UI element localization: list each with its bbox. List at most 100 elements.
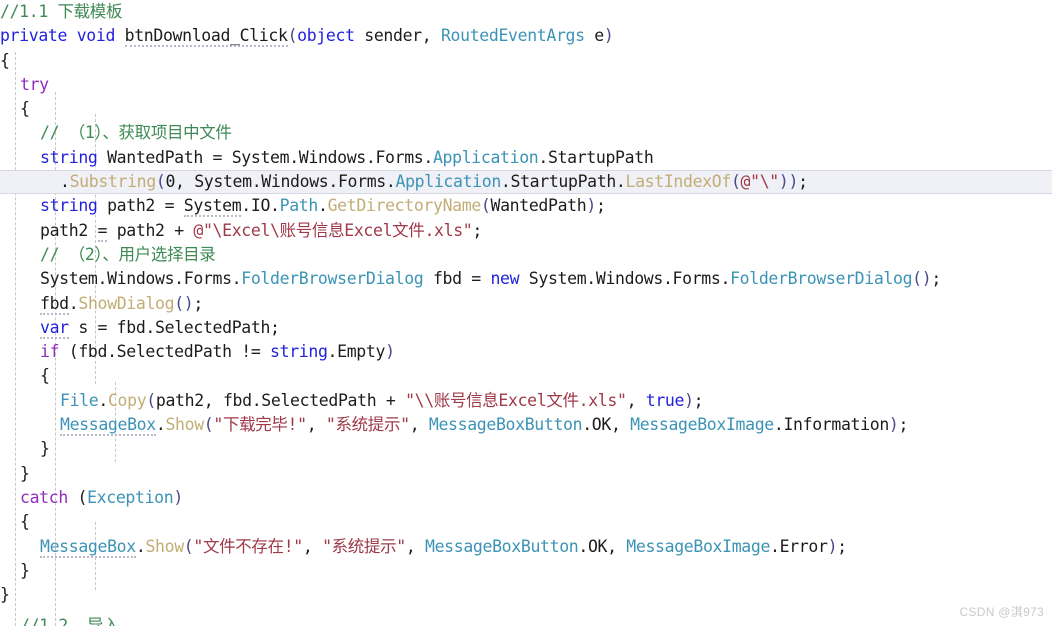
code-token: FolderBrowserDialog: [730, 269, 913, 289]
code-token: .Empty: [327, 342, 386, 362]
code-token: ;: [693, 390, 704, 410]
code-token: ;: [193, 293, 203, 313]
code-token: Show: [165, 415, 204, 435]
code-line-cutoff: //1.2 导入: [0, 614, 1052, 626]
code-token: path2 =: [97, 196, 184, 216]
code-line[interactable]: private void btnDownload_Click(object se…: [0, 24, 1052, 48]
code-line[interactable]: File.Copy(path2, fbd.SelectedPath + "\\账…: [0, 389, 1052, 413]
code-token: ;: [837, 536, 847, 556]
code-line[interactable]: //1.1 下载模板: [0, 0, 1052, 24]
code-token: .: [98, 390, 108, 410]
code-line[interactable]: path2 = path2 + @"\Excel\账号信息Excel文件.xls…: [0, 219, 1052, 243]
code-line[interactable]: var s = fbd.SelectedPath;: [0, 316, 1052, 340]
code-token: // （2）、用户选择目录: [40, 244, 216, 264]
code-token: "下载完毕!": [213, 415, 307, 435]
code-token: LastIndexOf: [625, 172, 732, 192]
code-line[interactable]: // （1）、获取项目中文件: [0, 121, 1052, 145]
code-token: .: [60, 172, 70, 192]
code-line[interactable]: try: [0, 73, 1052, 97]
code-token: "系统提示": [322, 536, 406, 556]
code-token: Application: [395, 172, 501, 192]
code-token: .StartupPath.: [500, 172, 626, 192]
code-token: // （1）、获取项目中文件: [40, 123, 232, 143]
code-token: "系统提示": [325, 415, 410, 435]
code-token: .Information: [773, 415, 889, 435]
code-token: void: [76, 26, 116, 46]
code-line[interactable]: if (fbd.SelectedPath != string.Empty): [0, 340, 1052, 364]
code-line[interactable]: MessageBox.Show("文件不存在!", "系统提示", Messag…: [0, 535, 1052, 559]
code-content[interactable]: //1.1 下载模板 private void btnDownload_Click…: [0, 0, 1052, 607]
code-token: )): [778, 172, 799, 192]
code-token: (: [287, 26, 298, 46]
code-token: ;: [472, 220, 482, 240]
code-token: 0: [165, 172, 176, 192]
code-line[interactable]: fbd.ShowDialog();: [0, 292, 1052, 316]
code-token: .IO.: [241, 196, 280, 216]
code-line[interactable]: System.Windows.Forms.FolderBrowserDialog…: [0, 267, 1052, 291]
code-token: MessageBoxButton: [425, 536, 579, 556]
code-line[interactable]: {: [0, 97, 1052, 121]
code-token: true: [645, 390, 685, 410]
code-token: File: [60, 390, 99, 410]
code-token: ): [173, 487, 183, 507]
code-token: btnDownload_Click: [124, 26, 288, 48]
code-line[interactable]: catch (Exception): [0, 486, 1052, 510]
code-token: FolderBrowserDialog: [241, 269, 424, 289]
code-token: , System.Windows.Forms.: [175, 172, 396, 192]
code-token: string: [270, 342, 328, 362]
code-token: Substring: [69, 172, 157, 192]
code-token: (: [67, 487, 88, 507]
code-token: var: [40, 317, 69, 339]
code-line[interactable]: .Substring(0, System.Windows.Forms.Appli…: [0, 170, 1052, 194]
code-token: WantedPath = System.Windows.Forms.: [97, 147, 433, 167]
code-token: ,: [626, 390, 646, 410]
code-token: e: [584, 26, 604, 46]
code-token: MessageBoxImage: [630, 415, 774, 435]
code-line[interactable]: MessageBox.Show("下载完毕!", "系统提示", Message…: [0, 413, 1052, 437]
code-token: (): [174, 293, 194, 313]
code-token: }: [40, 439, 50, 459]
code-token: Copy: [107, 390, 147, 410]
code-token: ): [888, 415, 899, 435]
code-token: @"\Excel\账号信息Excel文件.xls": [193, 220, 473, 240]
code-token: ;: [798, 172, 808, 192]
code-token: Path: [279, 196, 319, 216]
code-token: if: [40, 342, 60, 362]
code-token: ,: [405, 536, 426, 556]
code-token: //1.2 导入: [20, 616, 120, 626]
code-token: ;: [898, 415, 909, 435]
code-token: sender,: [354, 26, 441, 46]
code-token: GetDirectoryName: [327, 196, 482, 216]
code-token: ;: [931, 269, 941, 289]
code-line[interactable]: {: [0, 49, 1052, 73]
code-line[interactable]: string path2 = System.IO.Path.GetDirecto…: [0, 194, 1052, 218]
code-line[interactable]: {: [0, 510, 1052, 534]
code-token: }: [20, 463, 30, 483]
code-token: MessageBoxImage: [626, 536, 771, 556]
code-token: .: [135, 536, 146, 556]
code-line[interactable]: }: [0, 559, 1052, 583]
code-token: System.Windows.Forms.: [40, 269, 242, 289]
code-line[interactable]: {: [0, 364, 1052, 388]
code-token: (: [480, 196, 491, 216]
code-editor[interactable]: //1.1 下载模板 private void btnDownload_Click…: [0, 0, 1052, 626]
code-line[interactable]: }: [0, 437, 1052, 461]
code-line[interactable]: }: [0, 462, 1052, 486]
code-token: WantedPath: [490, 196, 587, 216]
code-token: {: [0, 50, 10, 70]
code-line[interactable]: }: [0, 583, 1052, 607]
code-token: =: [97, 220, 108, 242]
code-token: (fbd.SelectedPath !=: [59, 342, 271, 362]
code-token: ,: [306, 415, 326, 435]
code-token: {: [20, 512, 30, 532]
code-token: {: [40, 366, 50, 386]
code-token: Exception: [87, 487, 174, 507]
code-token: ,: [409, 415, 429, 435]
code-token: (): [912, 269, 932, 289]
code-token: .StartupPath: [538, 147, 654, 167]
code-token: @"\": [740, 172, 780, 192]
code-token: "文件不存在!": [193, 536, 303, 556]
code-line[interactable]: string WantedPath = System.Windows.Forms…: [0, 146, 1052, 170]
code-line[interactable]: // （2）、用户选择目录: [0, 243, 1052, 267]
code-token: fbd =: [423, 269, 491, 289]
